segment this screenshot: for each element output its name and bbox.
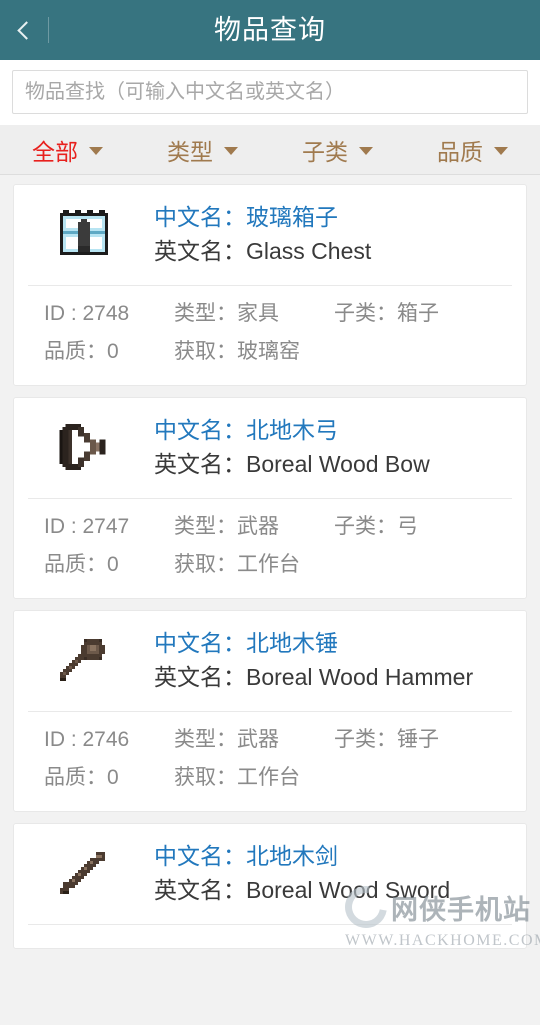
detail-row: ID : 2747 类型：武器 子类：弓 <box>14 508 526 546</box>
item-id: ID : 2747 <box>44 515 130 538</box>
item-details: ID : 2748 类型：家具 子类：箱子 品质：0 获取：玻璃窑 <box>14 286 526 385</box>
detail-row: 品质：0 获取：玻璃窑 <box>14 333 526 371</box>
boreal-wood-hammer-icon <box>14 621 154 699</box>
item-cn-name: 中文名：北地木剑 <box>154 843 338 869</box>
filter-quality[interactable]: 品质 <box>405 125 540 175</box>
item-id: ID : 2748 <box>44 302 130 325</box>
item-subtype: 子类：锤子 <box>334 728 439 751</box>
list-item[interactable]: 中文名：北地木剑 英文名：Boreal Wood Sword <box>13 823 527 949</box>
item-source: 获取：工作台 <box>174 553 300 576</box>
filter-type[interactable]: 类型 <box>135 125 270 175</box>
glass-chest-icon <box>14 195 154 273</box>
filter-all[interactable]: 全部 <box>0 125 135 175</box>
boreal-wood-sword-icon <box>14 834 154 912</box>
item-names: 中文名：北地木剑 英文名：Boreal Wood Sword <box>154 839 458 907</box>
item-en-name: 英文名：Glass Chest <box>154 238 372 264</box>
boreal-wood-bow-icon <box>14 408 154 486</box>
item-details: ID : 2746 类型：武器 子类：锤子 品质：0 获取：工作台 <box>14 712 526 811</box>
item-source: 获取：玻璃窑 <box>174 340 300 363</box>
item-header: 中文名：北地木弓 英文名：Boreal Wood Bow <box>14 398 526 498</box>
item-id: ID : 2746 <box>44 728 130 751</box>
detail-row: 品质：0 获取：工作台 <box>14 759 526 797</box>
chevron-down-icon <box>359 147 373 155</box>
detail-row: ID : 2748 类型：家具 子类：箱子 <box>14 295 526 333</box>
item-details <box>14 925 526 948</box>
detail-row: ID : 2746 类型：武器 子类：锤子 <box>14 721 526 759</box>
chevron-down-icon <box>494 147 508 155</box>
item-cn-name: 中文名：北地木锤 <box>154 630 338 656</box>
item-quality: 品质：0 <box>44 766 119 789</box>
chevron-down-icon <box>89 147 103 155</box>
list-item[interactable]: 中文名：玻璃箱子 英文名：Glass Chest ID : 2748 类型：家具… <box>13 184 527 386</box>
filter-type-label: 类型 <box>167 138 213 165</box>
item-cn-name: 中文名：玻璃箱子 <box>154 204 338 230</box>
item-subtype: 子类：箱子 <box>334 302 439 325</box>
filter-subtype[interactable]: 子类 <box>270 125 405 175</box>
item-names: 中文名：北地木锤 英文名：Boreal Wood Hammer <box>154 626 481 694</box>
search-input[interactable] <box>12 70 528 114</box>
item-names: 中文名：玻璃箱子 英文名：Glass Chest <box>154 200 379 268</box>
filter-all-label: 全部 <box>32 138 78 165</box>
item-en-name: 英文名：Boreal Wood Hammer <box>154 664 474 690</box>
item-subtype: 子类：弓 <box>334 515 418 538</box>
item-source: 获取：工作台 <box>174 766 300 789</box>
item-cn-name: 中文名：北地木弓 <box>154 417 338 443</box>
item-type: 类型：家具 <box>174 302 279 325</box>
detail-row: 品质：0 获取：工作台 <box>14 546 526 584</box>
item-en-name: 英文名：Boreal Wood Sword <box>154 877 451 903</box>
item-names: 中文名：北地木弓 英文名：Boreal Wood Bow <box>154 413 438 481</box>
list-item[interactable]: 中文名：北地木弓 英文名：Boreal Wood Bow ID : 2747 类… <box>13 397 527 599</box>
list-item[interactable]: 中文名：北地木锤 英文名：Boreal Wood Hammer ID : 274… <box>13 610 527 812</box>
item-details: ID : 2747 类型：武器 子类：弓 品质：0 获取：工作台 <box>14 499 526 598</box>
item-list[interactable]: 中文名：玻璃箱子 英文名：Glass Chest ID : 2748 类型：家具… <box>0 175 540 1025</box>
page-title: 物品查询 <box>214 15 326 45</box>
item-header: 中文名：玻璃箱子 英文名：Glass Chest <box>14 185 526 285</box>
filter-bar: 全部 类型 子类 品质 <box>0 125 540 175</box>
item-quality: 品质：0 <box>44 553 119 576</box>
app-header: 物品查询 <box>0 0 540 60</box>
item-header: 中文名：北地木锤 英文名：Boreal Wood Hammer <box>14 611 526 711</box>
item-header: 中文名：北地木剑 英文名：Boreal Wood Sword <box>14 824 526 924</box>
chevron-down-icon <box>224 147 238 155</box>
search-bar <box>0 60 540 125</box>
filter-quality-label: 品质 <box>437 138 483 165</box>
filter-subtype-label: 子类 <box>302 138 348 165</box>
item-en-name: 英文名：Boreal Wood Bow <box>154 451 430 477</box>
item-quality: 品质：0 <box>44 340 119 363</box>
item-type: 类型：武器 <box>174 515 279 538</box>
item-type: 类型：武器 <box>174 728 279 751</box>
